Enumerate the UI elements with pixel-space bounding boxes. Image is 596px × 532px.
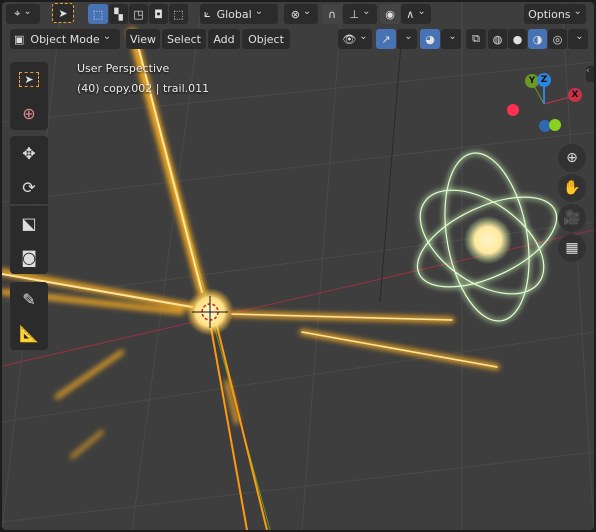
- gizmo-dropdown[interactable]: [397, 29, 417, 49]
- snap-toggle[interactable]: ∩: [322, 4, 342, 24]
- tool-rotate[interactable]: ⟳: [10, 170, 48, 204]
- orange-trails: [2, 28, 500, 459]
- tool-cursor[interactable]: ⊕: [10, 96, 48, 130]
- shading-rendered[interactable]: ◎: [548, 29, 567, 49]
- wireframe-sphere-icon: ◍: [492, 32, 503, 46]
- select-box-icon: ➤: [19, 71, 39, 87]
- falloff-dropdown[interactable]: ∧: [401, 4, 431, 24]
- magnet-icon: ∩: [327, 7, 337, 21]
- transform-orientation-dropdown[interactable]: ⟀ Global: [200, 4, 278, 24]
- ruler-icon: 📐: [19, 323, 39, 343]
- sidebar-toggle[interactable]: ‹: [586, 66, 594, 82]
- gizmo-neg-y[interactable]: [549, 119, 561, 131]
- overlays-toggle[interactable]: ◕: [420, 29, 440, 49]
- green-sun: [464, 216, 512, 264]
- snap-target-dropdown[interactable]: ⊥: [343, 4, 377, 24]
- pivot-point-dropdown[interactable]: ⊗: [284, 4, 318, 24]
- transform-icon: ◙: [21, 247, 37, 267]
- zoom-icon: ⊕: [566, 150, 578, 166]
- tool-move[interactable]: ✥: [10, 136, 48, 170]
- viewport-icon: ⌖: [14, 7, 21, 20]
- xray-icon: ⧉: [472, 32, 480, 45]
- gizmo-toggle[interactable]: ↗: [376, 29, 396, 49]
- visibility-dropdown[interactable]: 👁: [338, 29, 372, 49]
- options-dropdown[interactable]: Options: [524, 4, 586, 24]
- eye-icon: 👁: [342, 32, 357, 46]
- grid-icon: ▦: [565, 240, 579, 256]
- pencil-icon: ✎: [22, 289, 36, 309]
- xray-toggle[interactable]: ⧉: [466, 29, 486, 49]
- 3d-viewport[interactable]: ⌖ ➤ ⬚ ▚ ◳ ◘ ⬚ ⟀Global ⊗ ∩ ⊥ ◉ ∧ Options …: [2, 2, 594, 530]
- tool-select-box[interactable]: ➤: [10, 62, 48, 96]
- shading-dropdown[interactable]: [568, 29, 588, 49]
- select-difference-button[interactable]: ◘: [149, 4, 168, 24]
- tool-transform[interactable]: ◙: [10, 240, 48, 274]
- object-info-label: (40) copy.002 | trail.011: [77, 82, 210, 95]
- orientation-icon: ⟀: [204, 7, 211, 20]
- gizmo-icon: ↗: [381, 32, 391, 46]
- mode-dropdown[interactable]: ▣ Object Mode: [10, 29, 120, 49]
- proportional-edit-icon: ◉: [385, 7, 395, 21]
- cursor-arrow-icon: ➤: [58, 6, 68, 20]
- rendered-sphere-icon: ◎: [552, 32, 563, 46]
- solid-sphere-icon: ●: [512, 32, 523, 46]
- nav-perspective-button[interactable]: ▦: [558, 234, 586, 262]
- move-icon: ✥: [22, 143, 36, 163]
- overlays-dropdown[interactable]: [441, 29, 461, 49]
- cursor-icon: ⊕: [22, 103, 36, 123]
- menu-view[interactable]: View: [126, 29, 160, 49]
- menu-object[interactable]: Object: [242, 29, 290, 49]
- menu-add[interactable]: Add: [208, 29, 240, 49]
- select-subtract-button[interactable]: ◳: [129, 4, 148, 24]
- select-new-button[interactable]: ⬚: [88, 4, 108, 24]
- editor-type-button[interactable]: ⌖: [6, 4, 40, 24]
- camera-icon: 🎥: [563, 210, 581, 226]
- tool-annotate[interactable]: ✎: [10, 282, 48, 316]
- nav-pan-button[interactable]: ✋: [558, 174, 586, 202]
- menu-select[interactable]: Select: [162, 29, 206, 49]
- shading-solid[interactable]: ●: [508, 29, 527, 49]
- gizmo-x-axis[interactable]: X: [568, 88, 582, 102]
- nav-camera-button[interactable]: 🎥: [558, 204, 586, 232]
- hand-icon: ✋: [563, 180, 581, 196]
- gizmo-neg-x[interactable]: [507, 104, 519, 116]
- view-name-label: User Perspective: [77, 62, 170, 75]
- nav-zoom-button[interactable]: ⊕: [558, 144, 586, 172]
- rotate-icon: ⟳: [22, 177, 36, 197]
- object-mode-icon: ▣: [14, 32, 25, 46]
- overlays-icon: ◕: [425, 32, 435, 46]
- material-sphere-icon: ◑: [532, 32, 543, 46]
- select-extend-button[interactable]: ▚: [109, 4, 128, 24]
- shading-material[interactable]: ◑: [528, 29, 547, 49]
- tool-scale[interactable]: ⬕: [10, 206, 48, 240]
- snap-increment-icon: ⊥: [349, 7, 360, 21]
- gizmo-z-axis[interactable]: Z: [537, 73, 551, 87]
- proportional-edit-toggle[interactable]: ◉: [380, 4, 400, 24]
- pivot-icon: ⊗: [290, 7, 300, 21]
- falloff-curve-icon: ∧: [406, 7, 415, 21]
- select-tweak-button[interactable]: ➤: [52, 3, 74, 23]
- select-intersect-button[interactable]: ⬚: [169, 4, 188, 24]
- shading-wireframe[interactable]: ◍: [488, 29, 507, 49]
- scale-icon: ⬕: [21, 213, 37, 233]
- tool-measure[interactable]: 📐: [10, 316, 48, 350]
